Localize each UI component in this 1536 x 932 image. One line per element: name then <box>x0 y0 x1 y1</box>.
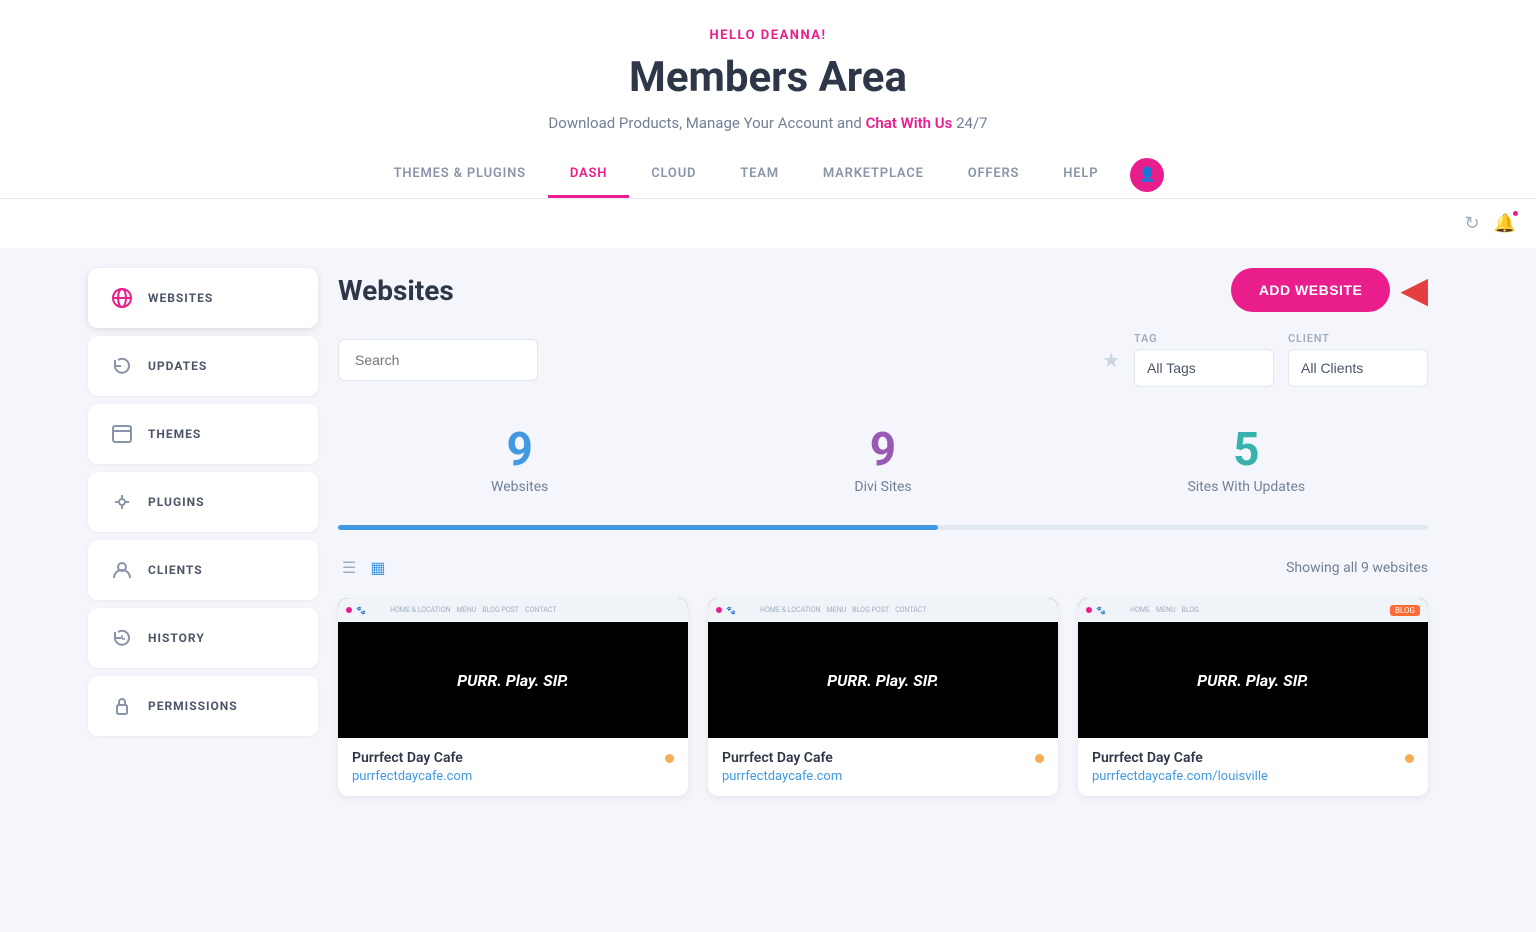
subtitle-after: 24/7 <box>952 114 987 132</box>
search-input[interactable] <box>338 339 538 381</box>
status-dot-2 <box>1035 754 1044 763</box>
sidebar-item-clients[interactable]: CLIENTS <box>88 540 318 600</box>
nav-item-themes-plugins[interactable]: THEMES & PLUGINS <box>372 152 548 198</box>
view-buttons: ☰ ▦ <box>338 554 389 582</box>
subtitle-before: Download Products, Manage Your Account a… <box>548 114 865 132</box>
stat-updates: 5 Sites With Updates <box>1065 417 1428 505</box>
nav-item-team[interactable]: TEAM <box>718 152 801 198</box>
client-filter-group: CLIENT All Clients <box>1288 332 1428 387</box>
stat-label-divi-sites: Divi Sites <box>701 479 1064 495</box>
sidebar-label-permissions: PERMISSIONS <box>148 699 238 713</box>
clients-icon <box>108 556 136 584</box>
refresh-icon[interactable]: ↻ <box>1464 213 1479 234</box>
add-website-button[interactable]: ADD WEBSITE <box>1231 268 1391 312</box>
card-thumb-text-3: PURR. Play. SIP. <box>1197 671 1309 690</box>
bell-badge <box>1511 209 1520 218</box>
page-title: Websites <box>338 274 454 307</box>
card-thumbnail-2: 🐾 HOME & LOCATION MENU BLOG POST CONTACT… <box>708 598 1058 738</box>
nav-item-dash[interactable]: DASH <box>548 152 629 198</box>
history-icon <box>108 624 136 652</box>
sidebar-label-clients: CLIENTS <box>148 563 203 577</box>
plugins-icon <box>108 488 136 516</box>
toolbar: ↻ 🔔 <box>0 199 1536 248</box>
avatar-icon: 👤 <box>1139 167 1156 183</box>
showing-text: Showing all 9 websites <box>1286 560 1428 576</box>
sidebar-item-history[interactable]: HISTORY <box>88 608 318 668</box>
status-dot-1 <box>665 754 674 763</box>
card-url-2[interactable]: purrfectdaycafe.com <box>722 769 1044 784</box>
tag-filter-select[interactable]: All Tags <box>1134 349 1274 387</box>
card-thumbnail-1: 🐾 HOME & LOCATION MENU BLOG POST CONTACT… <box>338 598 688 738</box>
tag-filter-group: TAG All Tags <box>1134 332 1274 387</box>
add-button-wrap: ADD WEBSITE ◀ <box>1231 268 1428 312</box>
sidebar-label-websites: WEBSITES <box>148 291 213 305</box>
card-info-3: Purrfect Day Cafe purrfectdaycafe.com/lo… <box>1078 738 1428 796</box>
card-thumbnail-3: 🐾 HOME MENU BLOG BLOG PURR. Play. SIP. <box>1078 598 1428 738</box>
sidebar-item-themes[interactable]: THEMES <box>88 404 318 464</box>
stat-label-websites: Websites <box>338 479 701 495</box>
tag-filter-label: TAG <box>1134 332 1274 345</box>
layout: WEBSITES UPDATES THEMES <box>68 248 1468 816</box>
stat-websites: 9 Websites <box>338 417 701 505</box>
permissions-icon <box>108 692 136 720</box>
content-header: Websites ADD WEBSITE ◀ <box>338 268 1428 312</box>
main-nav: THEMES & PLUGINS DASH CLOUD TEAM MARKETP… <box>20 152 1516 198</box>
card-thumb-text-1: PURR. Play. SIP. <box>457 671 569 690</box>
nav-item-offers[interactable]: OFFERS <box>946 152 1042 198</box>
card-name-2: Purrfect Day Cafe <box>722 750 1044 766</box>
sidebar-label-updates: UPDATES <box>148 359 207 373</box>
filter-row: ★ TAG All Tags CLIENT All Clients <box>338 332 1428 387</box>
main-content: Websites ADD WEBSITE ◀ ★ TAG All Tags CL… <box>318 268 1448 796</box>
star-filter-button[interactable]: ★ <box>1102 348 1120 372</box>
sidebar-label-themes: THEMES <box>148 427 201 441</box>
website-card-1[interactable]: 🐾 HOME & LOCATION MENU BLOG POST CONTACT… <box>338 598 688 796</box>
card-name-1: Purrfect Day Cafe <box>352 750 674 766</box>
progress-bar <box>338 525 938 530</box>
website-card-2[interactable]: 🐾 HOME & LOCATION MENU BLOG POST CONTACT… <box>708 598 1058 796</box>
updates-icon <box>108 352 136 380</box>
nav-item-help[interactable]: HELP <box>1041 152 1120 198</box>
bell-icon[interactable]: 🔔 <box>1494 213 1516 234</box>
website-card-3[interactable]: 🐾 HOME MENU BLOG BLOG PURR. Play. SIP. <box>1078 598 1428 796</box>
card-url-1[interactable]: purrfectdaycafe.com <box>352 769 674 784</box>
stat-number-divi-sites: 9 <box>701 427 1064 473</box>
sidebar-label-history: HISTORY <box>148 631 205 645</box>
sidebar-label-plugins: PLUGINS <box>148 495 204 509</box>
list-view-button[interactable]: ☰ <box>338 554 360 582</box>
user-avatar[interactable]: 👤 <box>1130 158 1164 192</box>
card-thumb-text-2: PURR. Play. SIP. <box>827 671 939 690</box>
card-info-1: Purrfect Day Cafe purrfectdaycafe.com <box>338 738 688 796</box>
stats-row: 9 Websites 9 Divi Sites 5 Sites With Upd… <box>338 417 1428 505</box>
stat-number-updates: 5 <box>1065 427 1428 473</box>
card-info-2: Purrfect Day Cafe purrfectdaycafe.com <box>708 738 1058 796</box>
card-url-3[interactable]: purrfectdaycafe.com/louisville <box>1092 769 1414 784</box>
themes-icon <box>108 420 136 448</box>
arrow-indicator: ◀ <box>1400 269 1428 311</box>
sidebar-item-websites[interactable]: WEBSITES <box>88 268 318 328</box>
chat-link[interactable]: Chat With Us <box>866 114 953 132</box>
view-controls: ☰ ▦ Showing all 9 websites <box>338 554 1428 582</box>
website-grid: 🐾 HOME & LOCATION MENU BLOG POST CONTACT… <box>338 598 1428 796</box>
stat-divi-sites: 9 Divi Sites <box>701 417 1064 505</box>
header: HELLO DEANNA! Members Area Download Prod… <box>0 0 1536 199</box>
progress-bar-wrap <box>338 525 1428 530</box>
card-name-3: Purrfect Day Cafe <box>1092 750 1414 766</box>
sidebar-item-permissions[interactable]: PERMISSIONS <box>88 676 318 736</box>
nav-item-cloud[interactable]: CLOUD <box>629 152 718 198</box>
globe-icon <box>108 284 136 312</box>
status-dot-3 <box>1405 754 1414 763</box>
sidebar: WEBSITES UPDATES THEMES <box>88 268 318 796</box>
nav-item-marketplace[interactable]: MARKETPLACE <box>801 152 946 198</box>
hello-greeting: HELLO DEANNA! <box>20 28 1516 43</box>
sidebar-item-updates[interactable]: UPDATES <box>88 336 318 396</box>
stat-label-updates: Sites With Updates <box>1065 479 1428 495</box>
page-heading: Members Area <box>20 53 1516 102</box>
subtitle: Download Products, Manage Your Account a… <box>20 114 1516 132</box>
client-filter-select[interactable]: All Clients <box>1288 349 1428 387</box>
stat-number-websites: 9 <box>338 427 701 473</box>
grid-view-button[interactable]: ▦ <box>366 554 389 582</box>
client-filter-label: CLIENT <box>1288 332 1428 345</box>
card-tag-3: BLOG <box>1390 605 1420 616</box>
sidebar-item-plugins[interactable]: PLUGINS <box>88 472 318 532</box>
